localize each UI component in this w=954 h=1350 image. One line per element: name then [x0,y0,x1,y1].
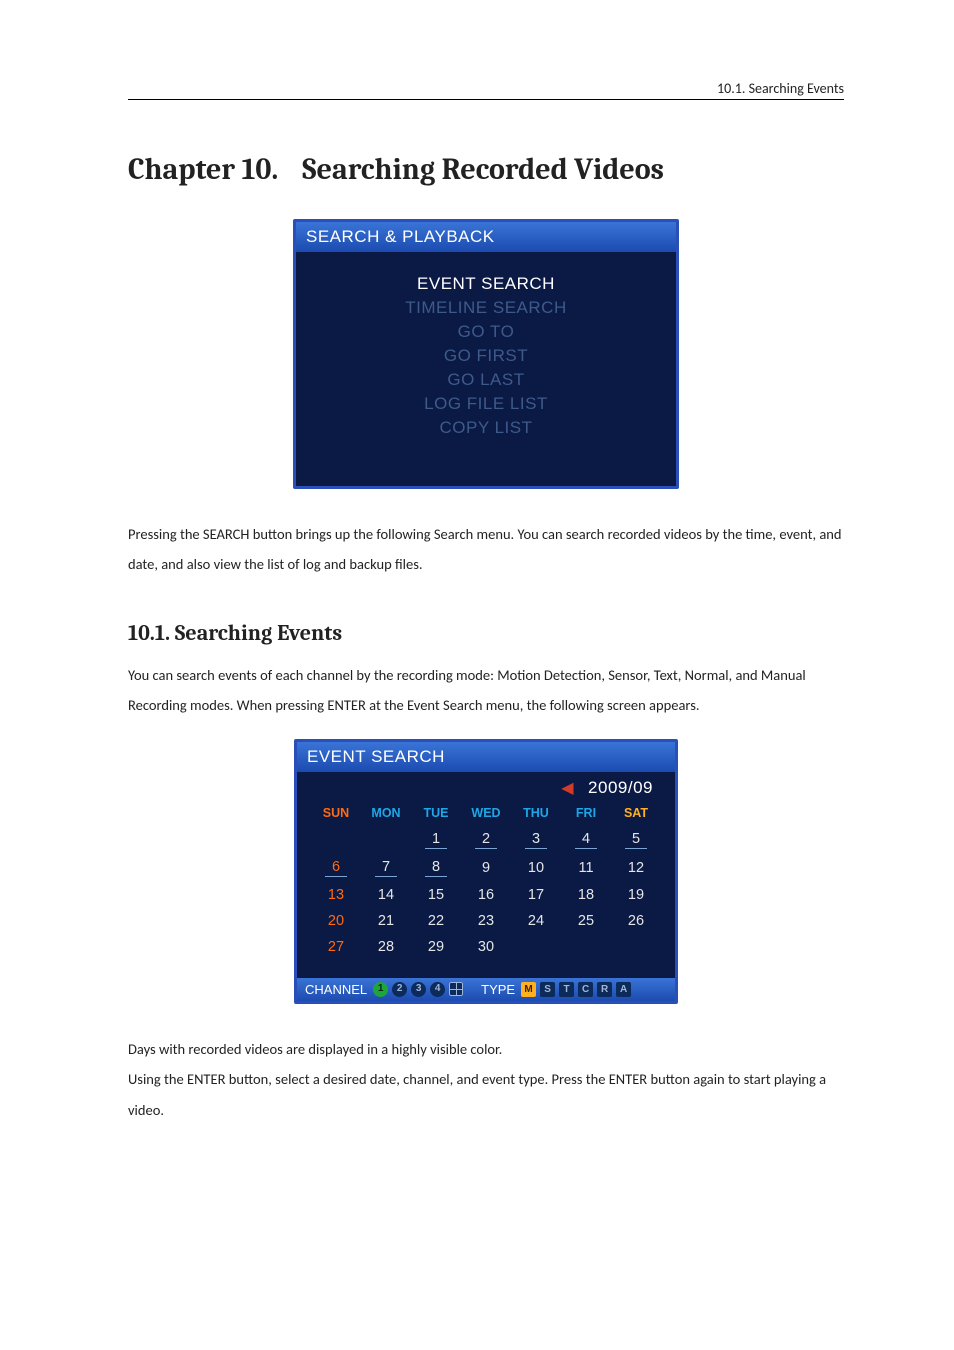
event-search-panel: EVENT SEARCH ◀ 2009/09 SUNMONTUEWEDTHUFR… [294,739,678,1004]
calendar-day[interactable]: 14 [361,882,411,908]
event-bottom-bar: CHANNEL 1234 TYPE MSTCRA [297,978,675,1001]
calendar-day[interactable]: 24 [511,908,561,934]
event-panel-title: EVENT SEARCH [297,742,675,772]
grid-icon[interactable] [449,982,463,996]
paragraph-3b: Using the ENTER button, select a desired… [128,1064,844,1125]
page-header: 10.1. Searching Events [128,80,844,100]
weekday-fri: FRI [561,802,611,826]
weekday-mon: MON [361,802,411,826]
type-label: TYPE [481,982,515,997]
calendar-day[interactable]: 8 [411,854,461,882]
calendar-day[interactable]: 22 [411,908,461,934]
chapter-heading: Chapter 10. Searching Recorded Videos [128,150,844,189]
channel-badge-1[interactable]: 1 [373,982,388,997]
calendar-day[interactable]: 27 [311,934,361,960]
menu-item-0[interactable]: EVENT SEARCH [304,272,668,296]
calendar-day[interactable]: 10 [511,854,561,882]
search-playback-panel: SEARCH & PLAYBACK EVENT SEARCHTIMELINE S… [293,219,679,489]
calendar-day [361,826,411,854]
calendar-day[interactable]: 18 [561,882,611,908]
chapter-number: Chapter 10. [128,150,302,189]
calendar-day[interactable]: 3 [511,826,561,854]
weekday-thu: THU [511,802,561,826]
calendar-day[interactable]: 16 [461,882,511,908]
calendar-day[interactable]: 9 [461,854,511,882]
calendar-day[interactable]: 15 [411,882,461,908]
calendar-day[interactable]: 2 [461,826,511,854]
weekday-wed: WED [461,802,511,826]
channel-badge-3[interactable]: 3 [411,982,426,997]
calendar-day[interactable]: 11 [561,854,611,882]
weekday-sun: SUN [311,802,361,826]
paragraph-2: You can search events of each channel by… [128,660,844,721]
calendar-day[interactable]: 19 [611,882,661,908]
calendar-table: SUNMONTUEWEDTHUFRISAT 123456789101112131… [311,802,661,960]
type-badge-a[interactable]: A [616,982,631,997]
panel-title: SEARCH & PLAYBACK [296,222,676,252]
calendar-day[interactable]: 21 [361,908,411,934]
month-label: 2009/09 [588,778,653,798]
menu-item-4[interactable]: GO LAST [304,368,668,392]
channel-badge-4[interactable]: 4 [430,982,445,997]
calendar-day[interactable]: 13 [311,882,361,908]
calendar-day[interactable]: 20 [311,908,361,934]
calendar-day [511,934,561,960]
type-badge-m[interactable]: M [521,982,536,997]
prev-month-icon[interactable]: ◀ [561,778,574,798]
type-badge-t[interactable]: T [559,982,574,997]
calendar-day[interactable]: 7 [361,854,411,882]
channel-badge-2[interactable]: 2 [392,982,407,997]
menu-item-2[interactable]: GO TO [304,320,668,344]
menu-list: EVENT SEARCHTIMELINE SEARCHGO TOGO FIRST… [296,252,676,486]
menu-item-1[interactable]: TIMELINE SEARCH [304,296,668,320]
section-heading: 10.1. Searching Events [128,620,844,646]
calendar-day[interactable]: 12 [611,854,661,882]
calendar-day[interactable]: 1 [411,826,461,854]
section-title: Searching Events [175,620,342,646]
section-number: 10.1. [128,620,170,646]
weekday-sat: SAT [611,802,661,826]
paragraph-1: Pressing the SEARCH button brings up the… [128,519,844,580]
channel-label: CHANNEL [305,982,367,997]
type-badge-c[interactable]: C [578,982,593,997]
weekday-tue: TUE [411,802,461,826]
calendar-day[interactable]: 17 [511,882,561,908]
menu-item-6[interactable]: COPY LIST [304,416,668,440]
calendar-day[interactable]: 29 [411,934,461,960]
type-badge-r[interactable]: R [597,982,612,997]
calendar-day [311,826,361,854]
calendar-day[interactable]: 28 [361,934,411,960]
calendar-day[interactable]: 25 [561,908,611,934]
calendar-day[interactable]: 30 [461,934,511,960]
paragraph-3a: Days with recorded videos are displayed … [128,1034,844,1064]
calendar-day [561,934,611,960]
calendar-day [611,934,661,960]
header-right: 10.1. Searching Events [717,80,844,97]
calendar-day[interactable]: 5 [611,826,661,854]
calendar-day[interactable]: 6 [311,854,361,882]
calendar-day[interactable]: 4 [561,826,611,854]
menu-item-5[interactable]: LOG FILE LIST [304,392,668,416]
menu-item-3[interactable]: GO FIRST [304,344,668,368]
type-badge-s[interactable]: S [540,982,555,997]
calendar-day[interactable]: 23 [461,908,511,934]
chapter-title: Searching Recorded Videos [302,150,664,189]
calendar-day[interactable]: 26 [611,908,661,934]
